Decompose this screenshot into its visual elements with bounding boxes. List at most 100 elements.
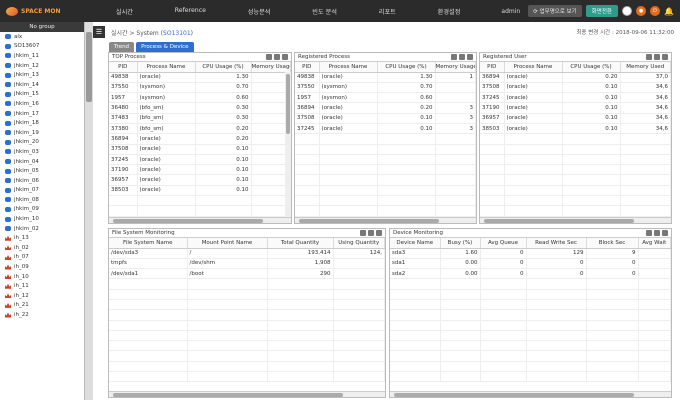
sidebar-item[interactable]: ih_09 xyxy=(0,262,84,272)
scroll-thumb[interactable] xyxy=(113,219,263,223)
scroll-thumb[interactable] xyxy=(113,393,343,397)
table-row[interactable]: 1957 (sysmon) 0.60 xyxy=(295,92,476,104)
column-header[interactable]: PID xyxy=(109,62,138,73)
sidebar-item[interactable]: jhkim_05 xyxy=(0,166,84,176)
sidebar-item[interactable]: ih_07 xyxy=(0,253,84,263)
column-header[interactable]: CPU Usage (%) xyxy=(377,62,436,73)
menu-item[interactable]: Reference xyxy=(175,7,206,16)
sidebar-item[interactable]: jhkim_09 xyxy=(0,205,84,215)
scroll-thumb[interactable] xyxy=(484,219,634,223)
sidebar-item[interactable]: jhkim_17 xyxy=(0,109,84,119)
export-icon[interactable] xyxy=(646,230,652,236)
column-header[interactable]: Memory Used xyxy=(620,62,671,73)
table-row[interactable]: 38503 (oracle) 0.10 xyxy=(109,185,291,197)
sidebar-item[interactable]: SO13607 xyxy=(0,42,84,52)
sidebar-item[interactable]: jhkim_16 xyxy=(0,99,84,109)
column-header[interactable]: Process Name xyxy=(137,62,196,73)
column-header[interactable]: File System Name xyxy=(109,238,188,249)
expand-icon[interactable] xyxy=(662,54,668,60)
column-header[interactable]: Read Write Sec xyxy=(526,238,587,249)
horizontal-scrollbar[interactable] xyxy=(480,217,671,223)
column-header[interactable]: PID xyxy=(295,62,320,73)
table-row[interactable]: /dev/sda3/193,414 124, xyxy=(109,248,385,259)
table-row[interactable]: 37245 (oracle) 0.10 xyxy=(109,154,291,166)
column-header[interactable]: Mount Point Name xyxy=(187,238,268,249)
table-row[interactable]: 37550 (sysmon) 0.70 xyxy=(109,82,291,94)
table-row[interactable]: sda1 0.00 0 0 0 xyxy=(390,258,671,270)
tab-process-device[interactable]: Process & Device xyxy=(136,42,194,52)
user-icon[interactable]: ● xyxy=(636,6,646,16)
export-icon[interactable] xyxy=(266,54,272,60)
settings-icon[interactable] xyxy=(274,54,280,60)
settings-icon[interactable] xyxy=(654,54,660,60)
horizontal-scrollbar[interactable] xyxy=(109,391,385,397)
menu-item[interactable]: 성능분석 xyxy=(248,7,271,16)
column-header[interactable]: Avg Wait xyxy=(638,238,671,249)
column-header[interactable]: Process Name xyxy=(504,62,563,73)
scroll-thumb[interactable] xyxy=(286,74,290,134)
app-logo[interactable]: SPACE MON xyxy=(0,0,75,22)
sidebar-item[interactable]: jhkim_19 xyxy=(0,128,84,138)
export-icon[interactable] xyxy=(360,230,366,236)
sidebar-item[interactable]: jhkim_18 xyxy=(0,118,84,128)
sidebar-item[interactable]: jhkim_04 xyxy=(0,157,84,167)
sidebar-item[interactable]: jhkim_10 xyxy=(0,214,84,224)
column-header[interactable]: Avg Queue xyxy=(480,238,527,249)
column-header[interactable]: Busy (%) xyxy=(440,238,481,249)
export-icon[interactable] xyxy=(451,54,457,60)
sidebar-item[interactable]: jhkim_12 xyxy=(0,61,84,71)
table-row[interactable]: 37483 (bfo_sm) 0.30 xyxy=(109,113,291,124)
horizontal-scrollbar[interactable] xyxy=(109,217,291,223)
bell-icon[interactable]: 🔔 xyxy=(664,6,674,16)
help-icon[interactable] xyxy=(622,6,632,16)
table-row[interactable]: sda3 1.60 0 129 9 xyxy=(390,248,671,259)
column-header[interactable]: Device Name xyxy=(390,238,441,249)
table-row[interactable]: 37380 (bfo_sm) 0.20 xyxy=(109,123,291,135)
sidebar-item[interactable]: jhkim_11 xyxy=(0,51,84,61)
column-header[interactable]: Memory Usage xyxy=(251,62,291,73)
table-row[interactable]: 49838 (oracle) 1.30 1 xyxy=(295,72,476,83)
sidebar-item[interactable]: jhkim_15 xyxy=(0,90,84,100)
table-row[interactable]: 37508 (oracle) 0.10 3 xyxy=(295,113,476,124)
sidebar-item[interactable]: jhkim_03 xyxy=(0,147,84,157)
table-row[interactable]: 36480 (bfo_sm) 0.30 xyxy=(109,102,291,114)
sidebar-item[interactable]: jhkim_02 xyxy=(0,224,84,234)
column-header[interactable]: CPU Usage (%) xyxy=(195,62,252,73)
table-row[interactable]: 37245 (oracle) 0.10 3 xyxy=(295,123,476,135)
column-header[interactable]: Block Sec xyxy=(586,238,639,249)
horizontal-scrollbar[interactable] xyxy=(295,217,476,223)
sidebar-item[interactable]: ih_22 xyxy=(0,310,84,320)
sidebar-item[interactable]: jhkim_20 xyxy=(0,138,84,148)
table-row[interactable]: 38503 (oracle) 0.10 34,6 xyxy=(480,123,671,135)
table-row[interactable]: 37508 (oracle) 0.10 34,6 xyxy=(480,82,671,94)
power-icon[interactable]: ⏻ xyxy=(650,6,660,16)
sidebar-item[interactable]: jhkim_13 xyxy=(0,70,84,80)
export-icon[interactable] xyxy=(646,54,652,60)
sidebar-scroll-thumb[interactable] xyxy=(86,32,92,102)
table-row[interactable]: tmpfs/dev/shm 1,908 xyxy=(109,258,385,270)
sidebar-item[interactable]: ih_02 xyxy=(0,243,84,253)
table-row[interactable]: 36957 (oracle) 0.10 34,6 xyxy=(480,113,671,124)
expand-icon[interactable] xyxy=(282,54,288,60)
column-header[interactable]: Process Name xyxy=(319,62,378,73)
switch-screen-button[interactable]: 화면전환 xyxy=(585,5,618,17)
sidebar-scrollbar[interactable] xyxy=(85,22,93,400)
table-row[interactable]: 37190 (oracle) 0.10 34,6 xyxy=(480,102,671,114)
tab-trend[interactable]: Trend xyxy=(109,42,135,52)
sidebar-item[interactable]: jhkim_06 xyxy=(0,176,84,186)
horizontal-scrollbar[interactable] xyxy=(390,391,671,397)
table-row[interactable]: /dev/sda1/boot 290 xyxy=(109,268,385,280)
table-row[interactable]: 37190 (oracle) 0.10 xyxy=(109,164,291,176)
table-row[interactable]: 36894 (oracle) 0.20 37,0 xyxy=(480,72,671,83)
scroll-thumb[interactable] xyxy=(299,219,439,223)
view-by-task-button[interactable]: ⟳ 업무명으로 보기 xyxy=(528,5,582,17)
table-row[interactable]: 49838 (oracle) 1.30 xyxy=(109,72,291,83)
column-header[interactable]: Using Quantity xyxy=(333,238,385,249)
sidebar-item[interactable]: jhkim_07 xyxy=(0,186,84,196)
scroll-thumb[interactable] xyxy=(394,393,634,397)
breadcrumb-host[interactable]: SO13101 xyxy=(163,30,191,37)
sidebar-item[interactable]: ih_21 xyxy=(0,301,84,311)
expand-icon[interactable] xyxy=(662,230,668,236)
table-row[interactable]: 36957 (oracle) 0.10 xyxy=(109,174,291,186)
menu-toggle-icon[interactable]: ☰ xyxy=(93,26,105,38)
